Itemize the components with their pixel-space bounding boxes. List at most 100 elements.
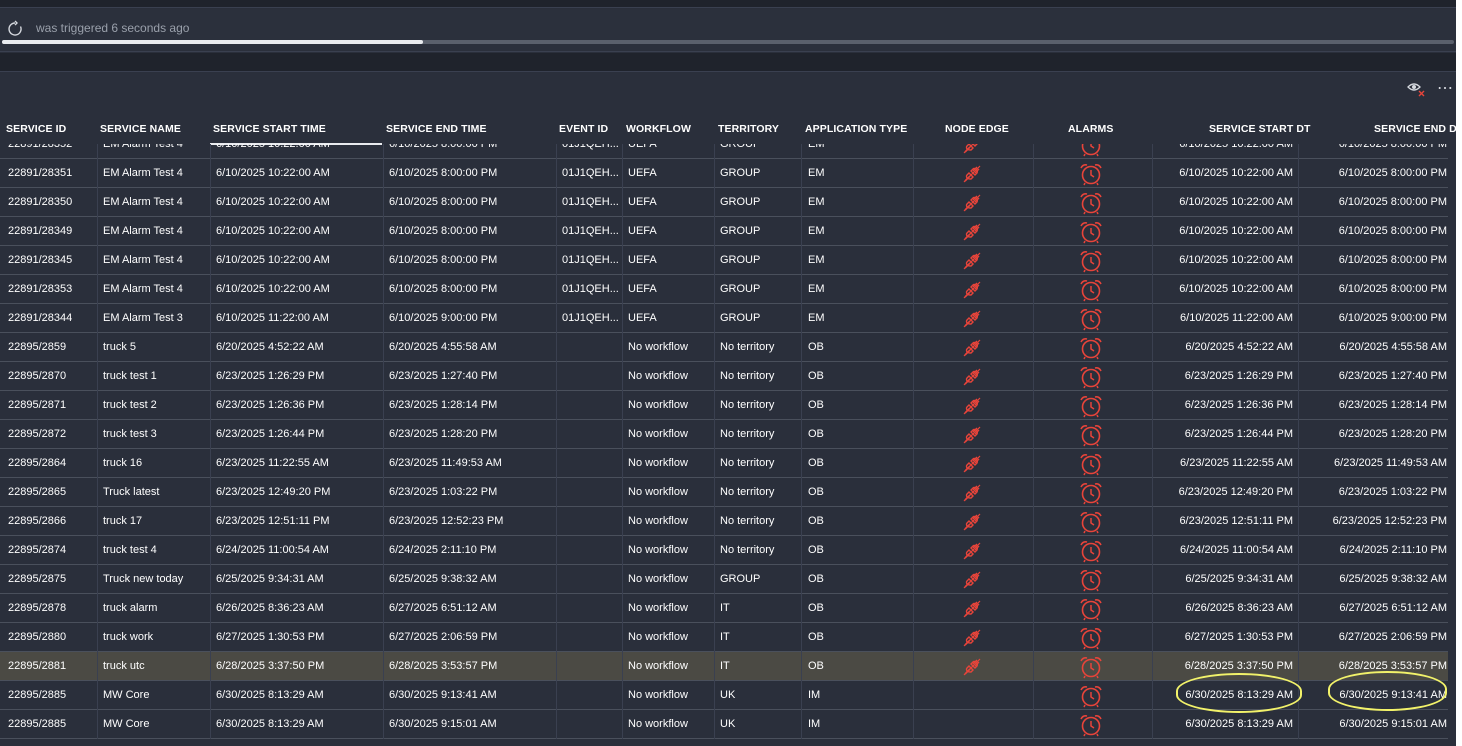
alarm-clock-icon[interactable] <box>1078 278 1104 302</box>
disconnected-plug-icon[interactable] <box>961 395 983 417</box>
alarm-clock-icon[interactable] <box>1078 713 1104 737</box>
alarm-clock-icon[interactable] <box>1078 684 1104 708</box>
column-divider <box>383 362 384 391</box>
more-options-icon[interactable]: ⋯ <box>1437 80 1454 98</box>
disconnected-plug-icon[interactable] <box>961 540 983 562</box>
alarm-clock-icon[interactable] <box>1078 394 1104 418</box>
column-divider <box>622 681 623 710</box>
disconnected-plug-icon[interactable] <box>961 424 983 446</box>
cell-service-start-dt: 6/23/2025 1:26:36 PM <box>1184 399 1293 411</box>
cell-service-start-time: 6/10/2025 10:22:00 AM <box>216 254 330 266</box>
disconnected-plug-icon[interactable] <box>961 308 983 330</box>
table-row[interactable]: 22895/2872 truck test 3 6/23/2025 1:26:44 … <box>0 420 1448 449</box>
table-row[interactable]: 22895/2874 truck test 4 6/24/2025 11:00:54… <box>0 536 1448 565</box>
disconnected-plug-icon[interactable] <box>961 627 983 649</box>
table-row[interactable]: 22891/28352 EM Alarm Test 4 6/10/2025 10:2… <box>0 144 1448 159</box>
column-divider <box>97 420 98 449</box>
table-row[interactable]: 22891/28353 EM Alarm Test 4 6/10/2025 10:2… <box>0 275 1448 304</box>
column-header-service-name[interactable]: SERVICE NAME <box>100 123 181 135</box>
column-divider <box>383 275 384 304</box>
column-header-alarms[interactable]: ALARMS <box>1068 123 1114 135</box>
table-row[interactable]: 22891/28344 EM Alarm Test 3 6/10/2025 11:2… <box>0 304 1448 333</box>
disconnected-plug-icon[interactable] <box>961 656 983 678</box>
cell-territory: No territory <box>720 515 775 527</box>
alarm-clock-icon[interactable] <box>1078 144 1104 157</box>
table-row[interactable]: 22891/28345 EM Alarm Test 4 6/10/2025 10:2… <box>0 246 1448 275</box>
column-header-event-id[interactable]: EVENT ID <box>559 123 608 135</box>
table-row[interactable]: 22895/2885 MW Core 6/30/2025 8:13:29 AM 6/3… <box>0 671 1448 713</box>
disconnected-plug-icon[interactable] <box>961 144 983 156</box>
alarm-clock-icon[interactable] <box>1078 249 1104 273</box>
alarm-clock-icon[interactable] <box>1078 597 1104 621</box>
alarm-clock-icon[interactable] <box>1078 568 1104 592</box>
disconnected-plug-icon[interactable] <box>961 511 983 533</box>
column-header-service-id[interactable]: SERVICE ID <box>6 123 66 135</box>
alarm-clock-icon[interactable] <box>1078 336 1104 360</box>
cell-service-id: 22895/2885 <box>8 689 67 701</box>
table-row[interactable]: 22895/2866 truck 17 6/23/2025 12:51:11 PM 6… <box>0 507 1448 536</box>
table-row[interactable]: 22895/2865 Truck latest 6/23/2025 12:49:20… <box>0 478 1448 507</box>
table-row[interactable]: 22895/2875 Truck new today 6/25/2025 9:34:… <box>0 565 1448 594</box>
alarm-clock-icon[interactable] <box>1078 481 1104 505</box>
column-divider <box>383 333 384 362</box>
column-divider <box>97 536 98 565</box>
column-divider <box>1298 710 1299 739</box>
column-divider <box>714 710 715 739</box>
cell-service-name: MW Core <box>103 689 150 701</box>
column-header-service-end-time[interactable]: SERVICE END TIME <box>386 123 487 135</box>
table-row[interactable]: 22895/2871 truck test 2 6/23/2025 1:26:36 … <box>0 391 1448 420</box>
table-row[interactable]: 22891/28350 EM Alarm Test 4 6/10/2025 10:2… <box>0 188 1448 217</box>
column-divider <box>97 159 98 188</box>
alarm-clock-icon[interactable] <box>1078 423 1104 447</box>
cell-service-end-dt: 6/10/2025 8:00:00 PM <box>1338 254 1447 266</box>
column-divider <box>714 536 715 565</box>
cell-service-start-time: 6/27/2025 1:30:53 PM <box>216 631 325 643</box>
refresh-icon[interactable] <box>6 20 24 38</box>
disconnected-plug-icon[interactable] <box>961 250 983 272</box>
disconnected-plug-icon[interactable] <box>961 453 983 475</box>
table-row[interactable]: 22895/2880 truck work 6/27/2025 1:30:53 PM… <box>0 623 1448 652</box>
alarm-clock-icon[interactable] <box>1078 162 1104 186</box>
column-divider <box>1152 159 1153 188</box>
disconnected-plug-icon[interactable] <box>961 598 983 620</box>
column-header-node-edge[interactable]: NODE EDGE <box>945 123 1009 135</box>
column-divider <box>801 536 802 565</box>
alarm-clock-icon[interactable] <box>1078 191 1104 215</box>
cell-workflow: UEFA <box>628 283 657 295</box>
column-header-territory[interactable]: TERRITORY <box>718 123 779 135</box>
disconnected-plug-icon[interactable] <box>961 569 983 591</box>
column-header-service-start-time[interactable]: SERVICE START TIME <box>213 123 326 135</box>
table-row[interactable]: 22895/2859 truck 5 6/20/2025 4:52:22 AM 6/2… <box>0 333 1448 362</box>
table-row[interactable]: 22895/2864 truck 16 6/23/2025 11:22:55 AM 6… <box>0 449 1448 478</box>
column-header-application-type[interactable]: APPLICATION TYPE <box>805 123 907 135</box>
alarm-clock-icon[interactable] <box>1078 220 1104 244</box>
column-header-workflow[interactable]: WORKFLOW <box>626 123 691 135</box>
disconnected-plug-icon[interactable] <box>961 482 983 504</box>
cell-service-start-dt: 6/26/2025 8:36:23 AM <box>1185 602 1293 614</box>
cell-service-end-time: 6/30/2025 9:15:01 AM <box>389 718 497 730</box>
alarm-clock-icon[interactable] <box>1078 365 1104 389</box>
column-divider <box>801 246 802 275</box>
disconnected-plug-icon[interactable] <box>961 221 983 243</box>
eye-off-icon[interactable] <box>1406 80 1426 98</box>
table-row[interactable]: 22895/2885 MW Core 6/30/2025 8:13:29 AM 6/3… <box>0 710 1448 739</box>
column-divider <box>556 623 557 652</box>
column-header-service-end-dt[interactable]: SERVICE END DT <box>1374 123 1462 135</box>
disconnected-plug-icon[interactable] <box>961 337 983 359</box>
table-row[interactable]: 22895/2870 truck test 1 6/23/2025 1:26:29 … <box>0 362 1448 391</box>
alarm-clock-icon[interactable] <box>1078 539 1104 563</box>
table-row[interactable]: 22891/28349 EM Alarm Test 4 6/10/2025 10:2… <box>0 217 1448 246</box>
alarm-clock-icon[interactable] <box>1078 655 1104 679</box>
alarm-clock-icon[interactable] <box>1078 307 1104 331</box>
disconnected-plug-icon[interactable] <box>961 163 983 185</box>
column-header-service-start-dt[interactable]: SERVICE START DT <box>1209 123 1311 135</box>
alarm-clock-icon[interactable] <box>1078 626 1104 650</box>
disconnected-plug-icon[interactable] <box>961 192 983 214</box>
cell-service-end-time: 6/23/2025 1:28:14 PM <box>389 399 498 411</box>
alarm-clock-icon[interactable] <box>1078 452 1104 476</box>
table-row[interactable]: 22891/28351 EM Alarm Test 4 6/10/2025 10:2… <box>0 159 1448 188</box>
disconnected-plug-icon[interactable] <box>961 366 983 388</box>
disconnected-plug-icon[interactable] <box>961 279 983 301</box>
alarm-clock-icon[interactable] <box>1078 510 1104 534</box>
table-row[interactable]: 22895/2878 truck alarm 6/26/2025 8:36:23 A… <box>0 594 1448 623</box>
